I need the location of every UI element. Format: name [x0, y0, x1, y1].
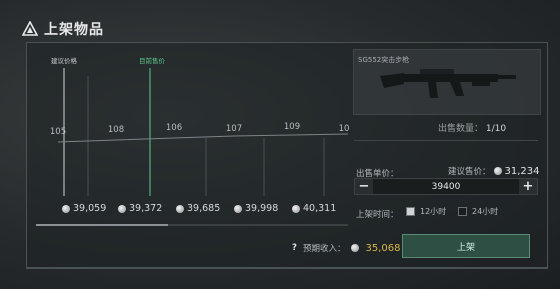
price-quantity-chart: 建议价格 目前售价 105 108 106 107 109 10	[50, 56, 350, 196]
price-input[interactable]: 39400	[373, 182, 519, 192]
rifle-icon	[380, 69, 516, 98]
checkbox-unchecked[interactable]	[458, 207, 467, 216]
page-title: 上架物品	[44, 22, 104, 38]
price-axis: 39,059 39,372 39,685 39,998 40,311	[30, 203, 350, 219]
suggested-price: 建议售价： 31,234	[448, 165, 540, 178]
chart-scroll-thumb[interactable]	[36, 224, 168, 226]
coin-icon	[234, 204, 242, 213]
panel-bottom-border	[26, 268, 548, 269]
help-icon[interactable]: ?	[292, 243, 297, 253]
title-bar: 上架物品	[22, 18, 104, 40]
price-tick[interactable]: 39,059	[62, 203, 106, 214]
warning-triangle-icon	[22, 21, 38, 36]
price-tick[interactable]: 39,372	[118, 203, 162, 214]
coin-icon	[292, 204, 300, 213]
decrease-price-button[interactable]: −	[355, 179, 373, 194]
quantity-label: 105	[50, 127, 66, 137]
quantity-label: 106	[166, 123, 182, 133]
quantity-label: 108	[108, 125, 124, 135]
divider	[354, 140, 538, 141]
coin-icon	[493, 167, 502, 175]
price-stepper[interactable]: − 39400 +	[354, 178, 538, 195]
duration-option-12[interactable]: 12小时	[406, 206, 446, 217]
list-item-button[interactable]: 上架	[402, 234, 530, 258]
coin-icon	[118, 204, 126, 213]
coin-icon	[351, 244, 360, 252]
quantity-label: 10	[339, 124, 350, 134]
duration-label: 上架时间：	[356, 210, 399, 220]
checkbox-checked[interactable]	[406, 207, 415, 216]
quantity-label: 107	[226, 124, 242, 134]
increase-price-button[interactable]: +	[519, 179, 537, 194]
duration-option-24[interactable]: 24小时	[458, 206, 498, 217]
quantity-trend-line	[57, 133, 349, 143]
expected-income: ? 预期收入： 35,068	[292, 242, 401, 255]
coin-icon	[62, 204, 70, 213]
price-tick[interactable]: 39,685	[176, 203, 220, 214]
current-price-label: 目前售价	[139, 56, 166, 65]
suggested-price-label: 建议价格	[51, 56, 78, 65]
price-tick[interactable]: 39,998	[234, 203, 278, 214]
sell-quantity: 出售数量： 1/10	[438, 124, 507, 134]
price-tick[interactable]: 40,311	[292, 203, 336, 214]
quantity-label: 109	[284, 122, 300, 132]
coin-icon	[176, 204, 184, 213]
